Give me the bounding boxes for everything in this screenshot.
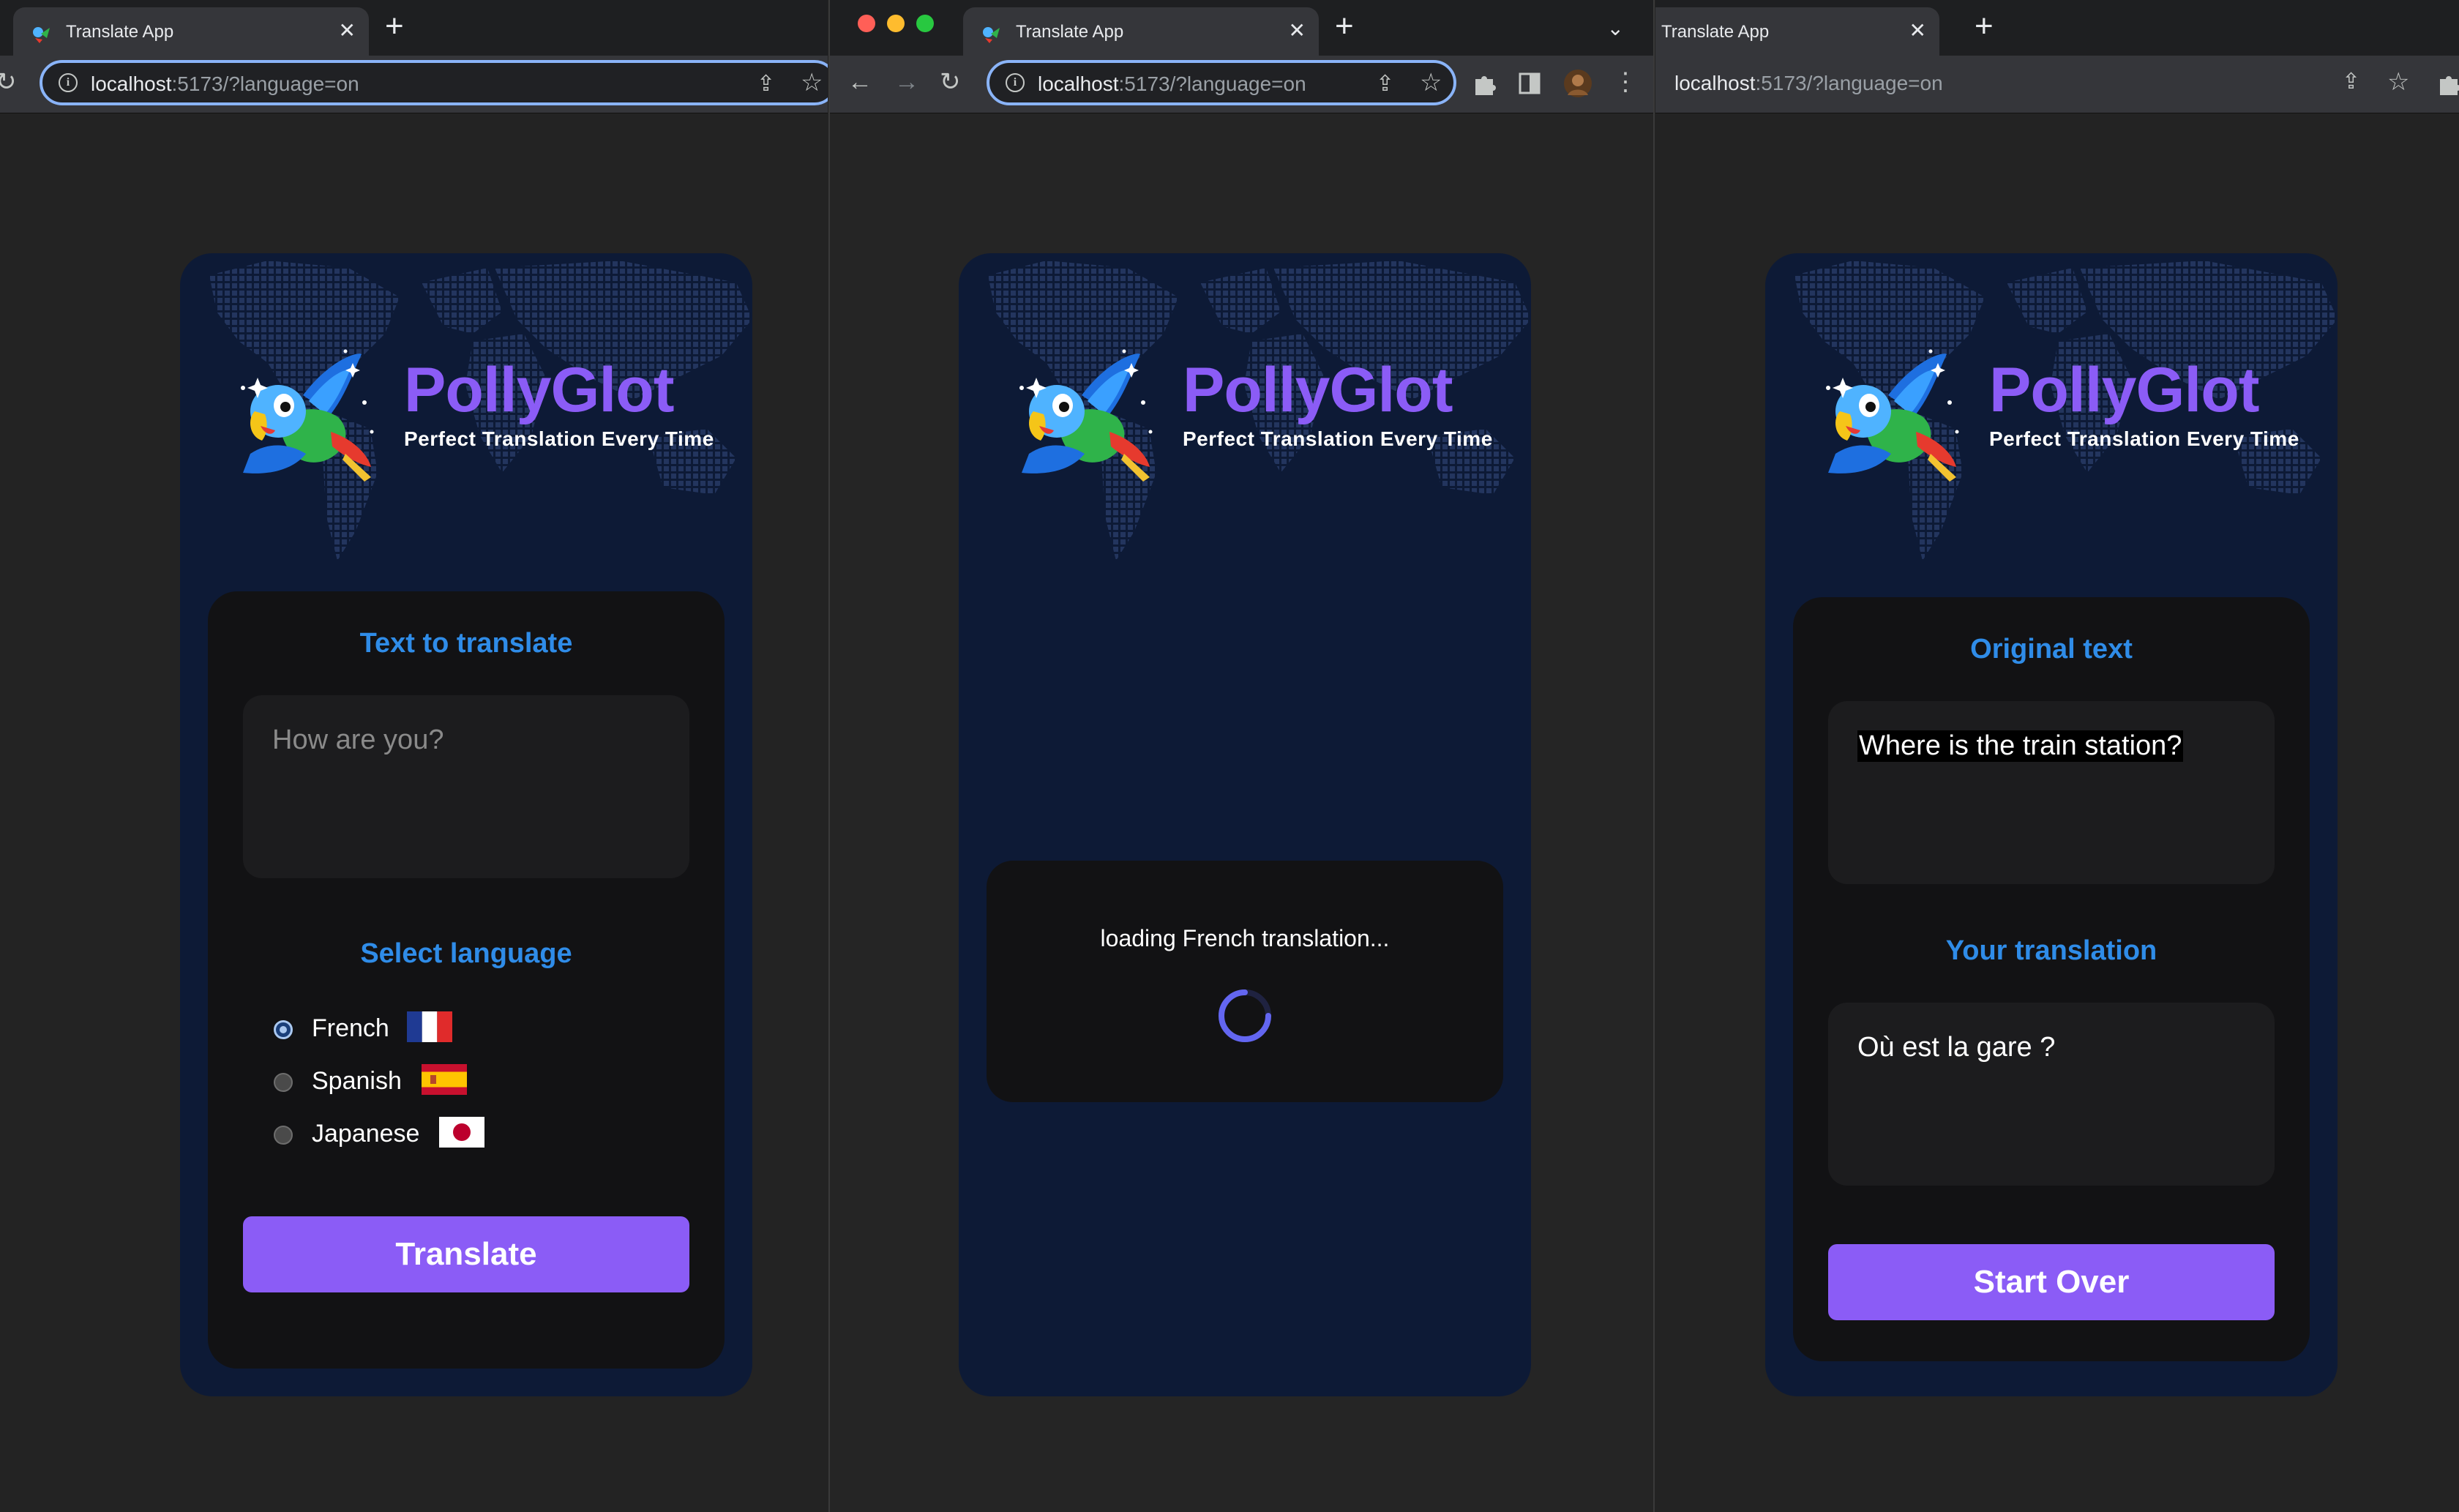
tab-title: Translate App: [1661, 22, 1770, 42]
language-label: Japanese: [312, 1120, 420, 1148]
loading-panel: loading French translation...: [987, 861, 1503, 1102]
brand: PollyGlot Perfect Translation Every Time: [1989, 357, 2299, 451]
tab-strip: Translate App ✕ +: [0, 0, 828, 56]
text-to-translate-heading: Text to translate: [359, 628, 573, 659]
reload-icon[interactable]: ↻: [940, 67, 961, 97]
new-tab-icon[interactable]: +: [1975, 10, 1994, 42]
language-label: Spanish: [312, 1067, 402, 1095]
new-tab-icon[interactable]: +: [385, 10, 404, 42]
parrot-logo-icon: [1826, 349, 1959, 482]
original-text-heading: Original text: [1970, 634, 2133, 665]
translate-form: Text to translate How are you? Select la…: [208, 591, 725, 1369]
browser-tab[interactable]: Translate App ✕: [13, 7, 369, 56]
app-card: PollyGlot Perfect Translation Every Time…: [180, 253, 752, 1396]
close-window-button[interactable]: [858, 15, 875, 32]
radio-french[interactable]: [274, 1020, 293, 1039]
close-tab-icon[interactable]: ✕: [1289, 18, 1306, 44]
your-translation-heading: Your translation: [1945, 935, 2157, 966]
app-card: PollyGlot Perfect Translation Every Time…: [1765, 253, 2338, 1396]
parrot-favicon-icon: [33, 27, 50, 43]
translation-text-box[interactable]: Où est la gare ?: [1828, 1003, 2275, 1186]
maximize-window-button[interactable]: [916, 15, 934, 32]
radio-japanese[interactable]: [274, 1126, 293, 1145]
side-panel-icon[interactable]: [1518, 72, 1541, 95]
france-flag-icon: [407, 1011, 452, 1042]
window-controls: [858, 15, 946, 36]
translation-result: Original text Where is the train station…: [1793, 597, 2310, 1361]
brand-title: PollyGlot: [404, 355, 674, 425]
address-bar[interactable]: localhost:5173/?language=on: [1655, 60, 2459, 105]
site-info-icon[interactable]: i: [59, 73, 78, 92]
tab-title: Translate App: [66, 22, 174, 42]
parrot-logo-icon: [241, 349, 374, 482]
url-text: localhost:5173/?language=on: [91, 72, 359, 95]
spain-flag-icon: [422, 1064, 467, 1095]
tab-title: Translate App: [1016, 22, 1124, 42]
reload-icon[interactable]: ↻: [0, 67, 17, 97]
original-text-box[interactable]: Where is the train station?: [1828, 701, 2275, 884]
share-icon[interactable]: ⇪: [1376, 71, 1394, 97]
url-text: localhost:5173/?language=on: [1674, 72, 1943, 94]
site-info-icon[interactable]: i: [1006, 73, 1025, 92]
bookmark-star-icon[interactable]: ☆: [1420, 68, 1442, 97]
tab-strip: Translate App ✕ + ⌄: [830, 0, 1653, 56]
new-tab-icon[interactable]: +: [1335, 10, 1354, 42]
share-icon[interactable]: ⇪: [757, 71, 775, 97]
original-text-value: Where is the train station?: [1857, 730, 2184, 762]
brand: PollyGlot Perfect Translation Every Time: [1183, 357, 1493, 451]
address-bar[interactable]: i localhost:5173/?language=on ⇪ ☆: [987, 60, 1456, 105]
japan-flag-icon: [439, 1117, 484, 1148]
bookmark-star-icon[interactable]: ☆: [2387, 67, 2409, 97]
app-card: PollyGlot Perfect Translation Every Time…: [959, 253, 1531, 1396]
share-icon[interactable]: ⇪: [2342, 67, 2360, 97]
close-tab-icon[interactable]: ✕: [339, 18, 356, 44]
browser-tab[interactable]: Translate App ✕: [963, 7, 1319, 56]
brand: PollyGlot Perfect Translation Every Time: [404, 357, 714, 451]
brand-tagline: Perfect Translation Every Time: [1989, 427, 2299, 450]
start-over-button[interactable]: Start Over: [1828, 1244, 2275, 1320]
extensions-puzzle-icon[interactable]: [1471, 70, 1497, 97]
brand-title: PollyGlot: [1989, 355, 2259, 425]
parrot-favicon-icon: [983, 27, 1000, 43]
forward-arrow-icon[interactable]: →: [894, 67, 919, 97]
brand-title: PollyGlot: [1183, 355, 1453, 425]
address-bar[interactable]: i localhost:5173/?language=on ⇪ ☆: [40, 60, 828, 105]
text-input-placeholder: How are you?: [272, 725, 444, 755]
browser-tab[interactable]: Translate App ✕: [1655, 7, 1939, 56]
more-menu-icon[interactable]: ⋮: [1613, 67, 1638, 97]
profile-avatar[interactable]: [1563, 69, 1592, 98]
text-input[interactable]: How are you?: [243, 695, 689, 878]
url-text: localhost:5173/?language=on: [1038, 72, 1306, 95]
tab-search-chevron-down-icon[interactable]: ⌄: [1607, 16, 1624, 40]
brand-tagline: Perfect Translation Every Time: [404, 427, 714, 450]
close-tab-icon[interactable]: ✕: [1909, 18, 1926, 44]
back-arrow-icon[interactable]: ←: [847, 67, 872, 97]
browser-window-loading: Translate App ✕ + ⌄ ← → ↻ i localhost:51…: [828, 0, 1655, 1512]
brand-tagline: Perfect Translation Every Time: [1183, 427, 1493, 450]
radio-spanish[interactable]: [274, 1073, 293, 1092]
translate-button[interactable]: Translate: [243, 1216, 689, 1292]
translation-text-value: Où est la gare ?: [1857, 1032, 2056, 1063]
loading-spinner-icon: [1219, 989, 1271, 1042]
browser-window-result: Translate App ✕ + localhost:5173/?langua…: [1655, 0, 2459, 1512]
loading-message: loading French translation...: [1100, 925, 1390, 951]
tab-strip: Translate App ✕ +: [1655, 0, 2459, 56]
extensions-puzzle-icon[interactable]: [2436, 70, 2459, 97]
browser-window-input: Translate App ✕ + ↻ i localhost:5173/?la…: [0, 0, 828, 1512]
language-label: French: [312, 1014, 389, 1042]
select-language-heading: Select language: [360, 938, 572, 969]
bookmark-star-icon[interactable]: ☆: [801, 68, 823, 97]
parrot-logo-icon: [1019, 349, 1153, 482]
minimize-window-button[interactable]: [887, 15, 905, 32]
